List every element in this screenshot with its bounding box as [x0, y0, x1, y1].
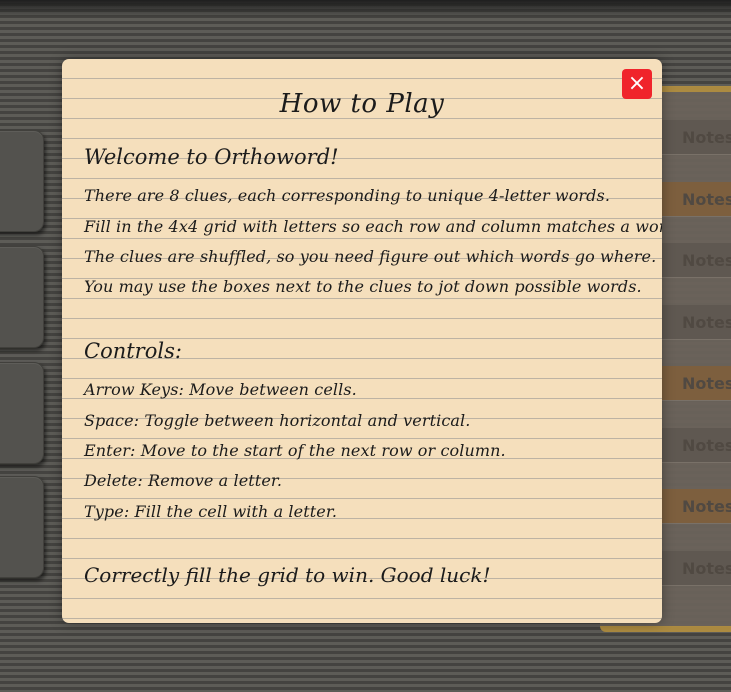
- closing-message: Correctly fill the grid to win. Good luc…: [84, 563, 491, 587]
- controls-line-type: Type: Fill the cell with a letter.: [84, 502, 338, 521]
- controls-line-delete: Delete: Remove a letter.: [84, 471, 283, 490]
- controls-heading: Controls:: [84, 339, 182, 363]
- modal-title: How to Play: [279, 89, 445, 119]
- how-to-play-modal: × How to Play Welcome to Orthoword! Ther…: [62, 59, 662, 623]
- intro-line-3: The clues are shuffled, so you need figu…: [84, 247, 657, 266]
- welcome-heading: Welcome to Orthoword!: [84, 145, 339, 169]
- controls-line-enter: Enter: Move to the start of the next row…: [84, 441, 506, 460]
- intro-line-1: There are 8 clues, each corresponding to…: [84, 186, 611, 205]
- intro-line-4: You may use the boxes next to the clues …: [84, 277, 642, 296]
- intro-line-2: Fill in the 4x4 grid with letters so eac…: [84, 217, 662, 236]
- controls-line-arrow-keys: Arrow Keys: Move between cells.: [84, 380, 357, 399]
- controls-line-space: Space: Toggle between horizontal and ver…: [84, 411, 471, 430]
